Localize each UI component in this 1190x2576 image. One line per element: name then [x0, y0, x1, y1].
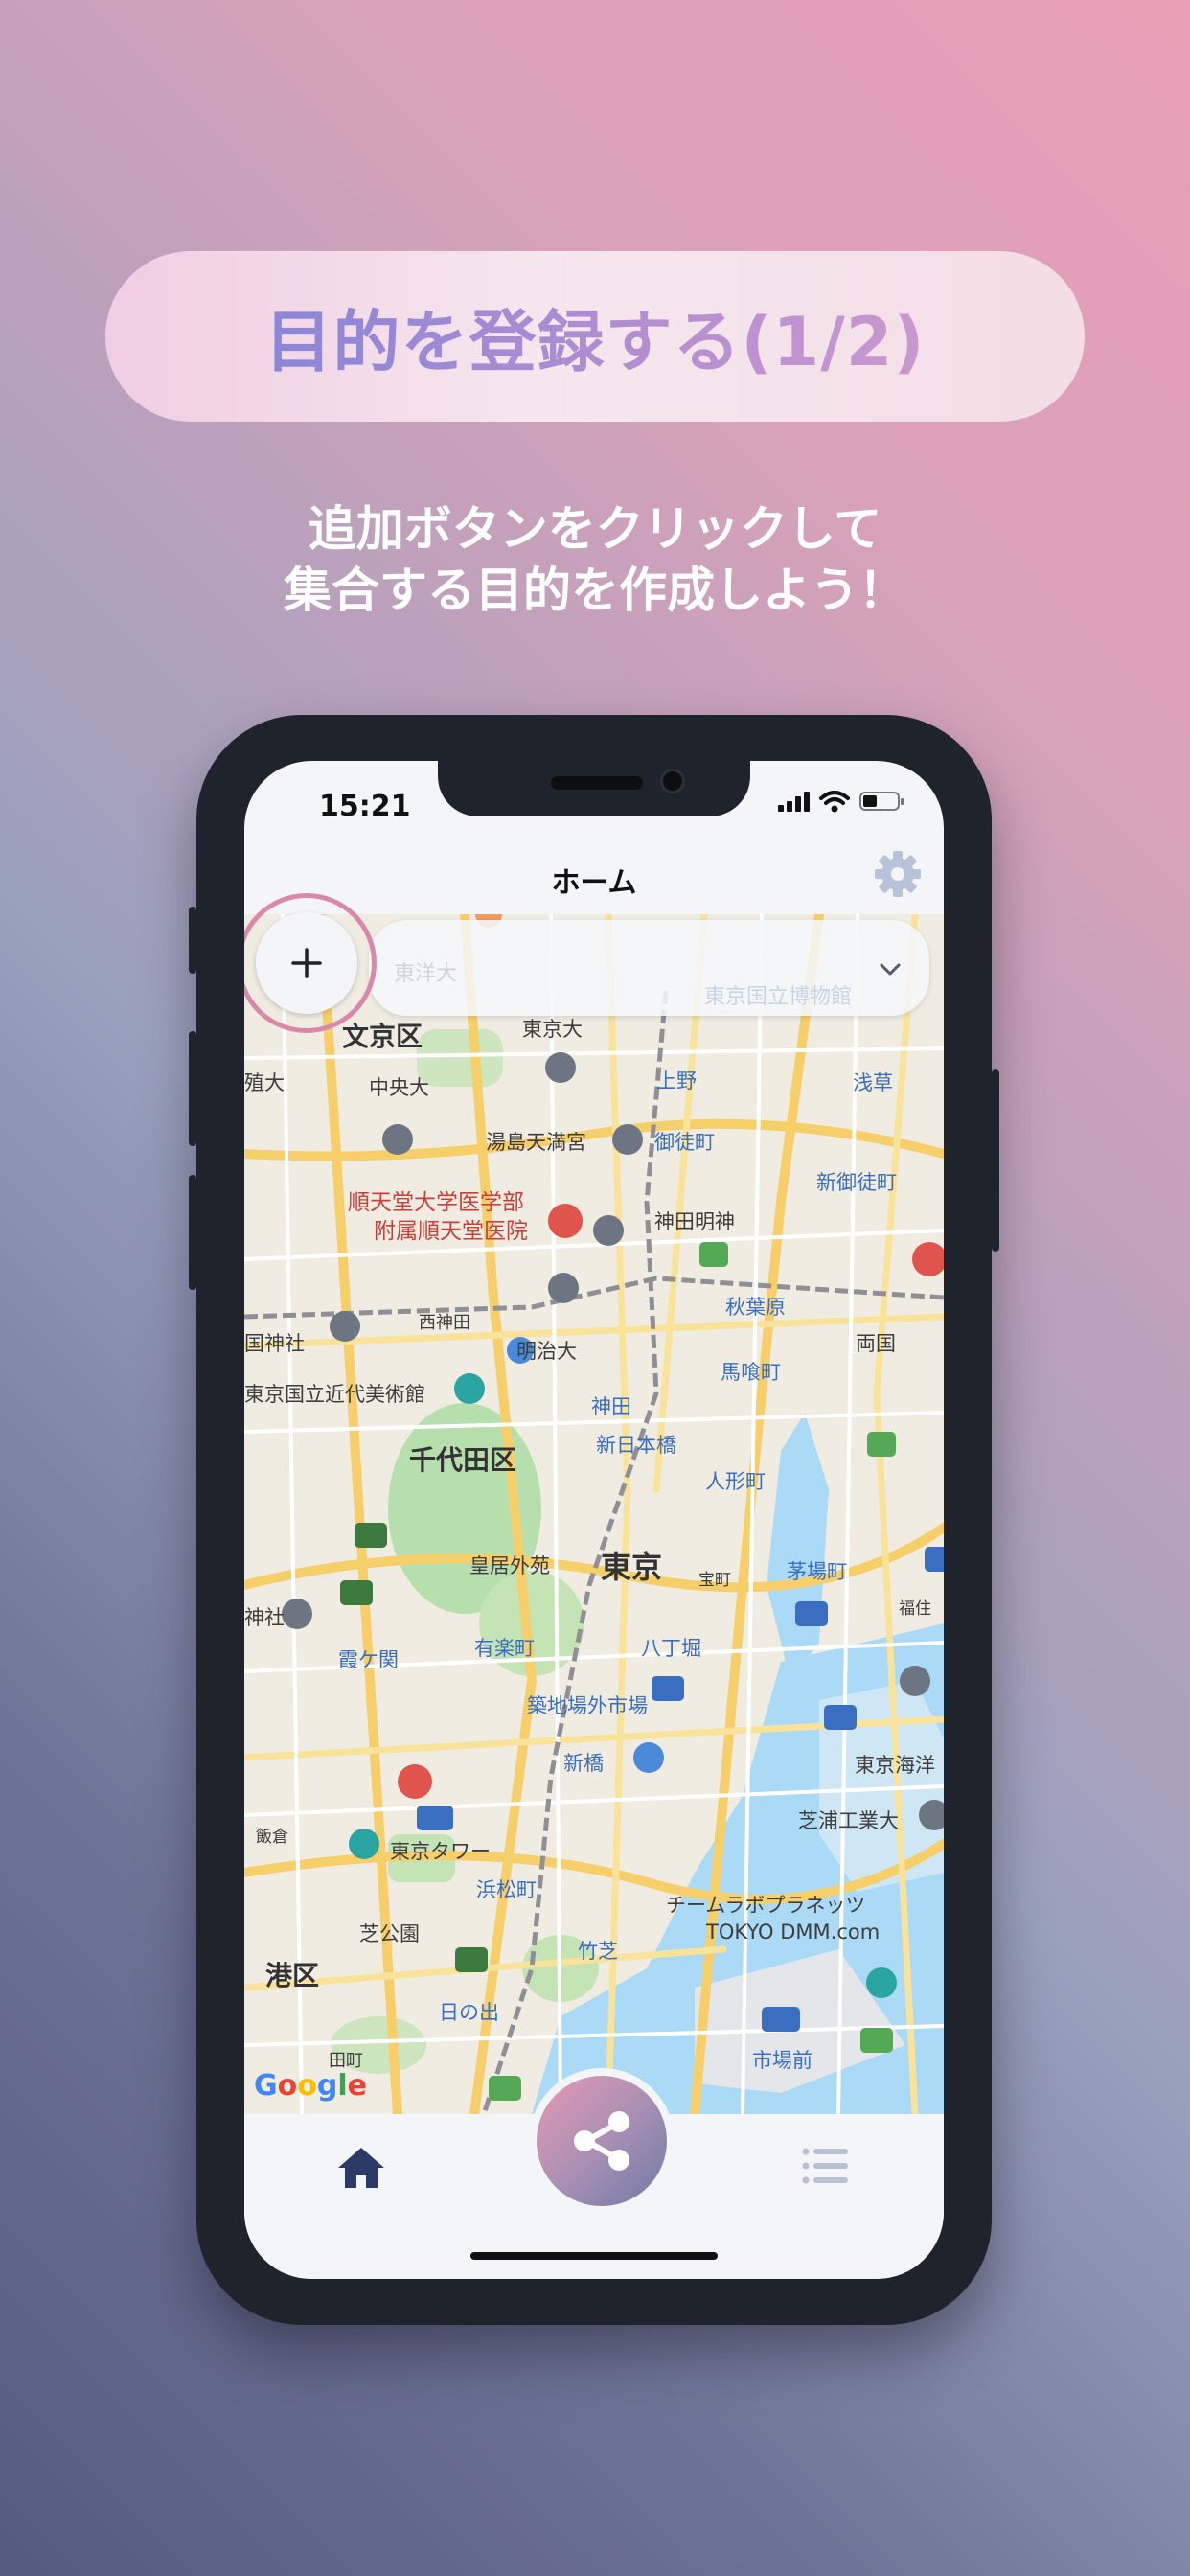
notch	[438, 761, 750, 816]
map-label: 霞ケ関	[338, 1648, 399, 1671]
share-button[interactable]	[529, 2068, 675, 2214]
signal-icon	[778, 791, 810, 812]
page-title: ホーム	[551, 866, 637, 900]
map-label: 上野	[656, 1070, 697, 1092]
purpose-select[interactable]: 東洋大 東京国立博物館	[369, 920, 929, 1016]
instruction-line-2: 集合する目的を作成しよう！	[284, 563, 906, 618]
map-label: 竹芝	[578, 1940, 618, 1963]
map-label: 湯島天満宮	[486, 1131, 586, 1154]
faded-map-label: 東京国立博物館	[704, 985, 853, 1009]
chevron-down-icon	[880, 963, 901, 976]
map-label: 千代田区	[409, 1444, 517, 1476]
map-label: 明治大	[516, 1340, 577, 1363]
list-icon[interactable]	[802, 2147, 848, 2185]
map-label: 西神田	[419, 1313, 470, 1333]
map-label: 中央大	[369, 1076, 429, 1099]
power-button	[992, 1070, 999, 1252]
map-label: 新日本橋	[596, 1434, 676, 1457]
share-icon	[574, 2111, 629, 2171]
map-label: 有楽町	[474, 1637, 535, 1660]
instruction-line-1: 追加ボタンをクリックして	[308, 501, 882, 557]
map-label: 福住	[899, 1599, 931, 1619]
map-label: 市場前	[752, 2049, 812, 2072]
banner-title: 目的を登録する(1/2)	[265, 288, 926, 385]
map-label: 殖大	[244, 1071, 285, 1094]
front-camera	[660, 769, 685, 794]
gear-icon[interactable]	[871, 847, 925, 901]
add-purpose-button[interactable]	[256, 912, 357, 1014]
map-label: 新橋	[563, 1752, 604, 1775]
map-label: 東京大	[522, 1018, 583, 1041]
title-banner: 目的を登録する(1/2)	[105, 251, 1085, 422]
map-label: チームラボプラネッツ	[666, 1894, 866, 1917]
map-label: 茅場町	[787, 1560, 847, 1583]
status-icons	[778, 790, 904, 813]
battery-icon	[859, 792, 904, 811]
plus-icon	[291, 948, 322, 978]
faded-map-label: 東洋大	[394, 962, 458, 986]
map-label: 芝浦工業大	[798, 1809, 899, 1832]
map-label: 馬喰町	[721, 1361, 781, 1384]
volume-up-button	[189, 1031, 196, 1146]
home-icon[interactable]	[336, 2145, 386, 2191]
map-label: TOKYO DMM.com	[706, 1920, 881, 1944]
map-label: 八丁堀	[641, 1637, 701, 1660]
phone-frame: 文京区 東京大 殖大 中央大 上野 浅草 湯島天満宮 御徒町 新御徒町 順天堂大…	[189, 715, 999, 2325]
map-label: 国神社	[244, 1332, 305, 1355]
map-label: 神社	[244, 1606, 285, 1629]
map-label: 順天堂大学医学部	[348, 1190, 524, 1215]
map-label: 芝公園	[359, 1922, 420, 1945]
map-label: 両国	[856, 1332, 896, 1355]
google-attribution: Google	[254, 2069, 368, 2103]
map-label: 東京	[601, 1549, 663, 1585]
map-label: 秋葉原	[725, 1296, 786, 1319]
phone-screen: 文京区 東京大 殖大 中央大 上野 浅草 湯島天満宮 御徒町 新御徒町 順天堂大…	[244, 761, 944, 2279]
map-label: 築地場外市場	[527, 1694, 648, 1717]
home-indicator	[470, 2252, 718, 2260]
map-label: 神田	[591, 1395, 631, 1418]
map-label: 東京海洋	[855, 1754, 935, 1777]
map-view[interactable]: 文京区 東京大 殖大 中央大 上野 浅草 湯島天満宮 御徒町 新御徒町 順天堂大…	[244, 914, 944, 2114]
speaker	[551, 776, 643, 790]
map-label: 浅草	[853, 1071, 893, 1094]
map-label: 日の出	[439, 2001, 499, 2024]
map-label: 港区	[265, 1960, 320, 1991]
map-label: 宝町	[698, 1571, 731, 1590]
status-time: 15:21	[319, 790, 411, 823]
map-label: 東京国立近代美術館	[244, 1383, 425, 1406]
wifi-icon	[819, 791, 850, 813]
mute-switch	[189, 907, 196, 974]
map-label: 附属順天堂医院	[374, 1219, 528, 1244]
volume-down-button	[189, 1175, 196, 1290]
map-label: 飯倉	[256, 1828, 288, 1847]
map-label: 新御徒町	[816, 1171, 897, 1194]
map-label: 東京タワー	[390, 1840, 491, 1863]
map-label: 御徒町	[654, 1131, 715, 1154]
map-label: 文京区	[342, 1021, 423, 1052]
map-label: 浜松町	[476, 1878, 537, 1901]
map-label: 皇居外苑	[469, 1554, 550, 1577]
map-label: 人形町	[705, 1470, 766, 1493]
instruction-text: 追加ボタンをクリックして 集合する目的を作成しよう！	[0, 498, 1190, 621]
map-label: 神田明神	[654, 1210, 735, 1233]
